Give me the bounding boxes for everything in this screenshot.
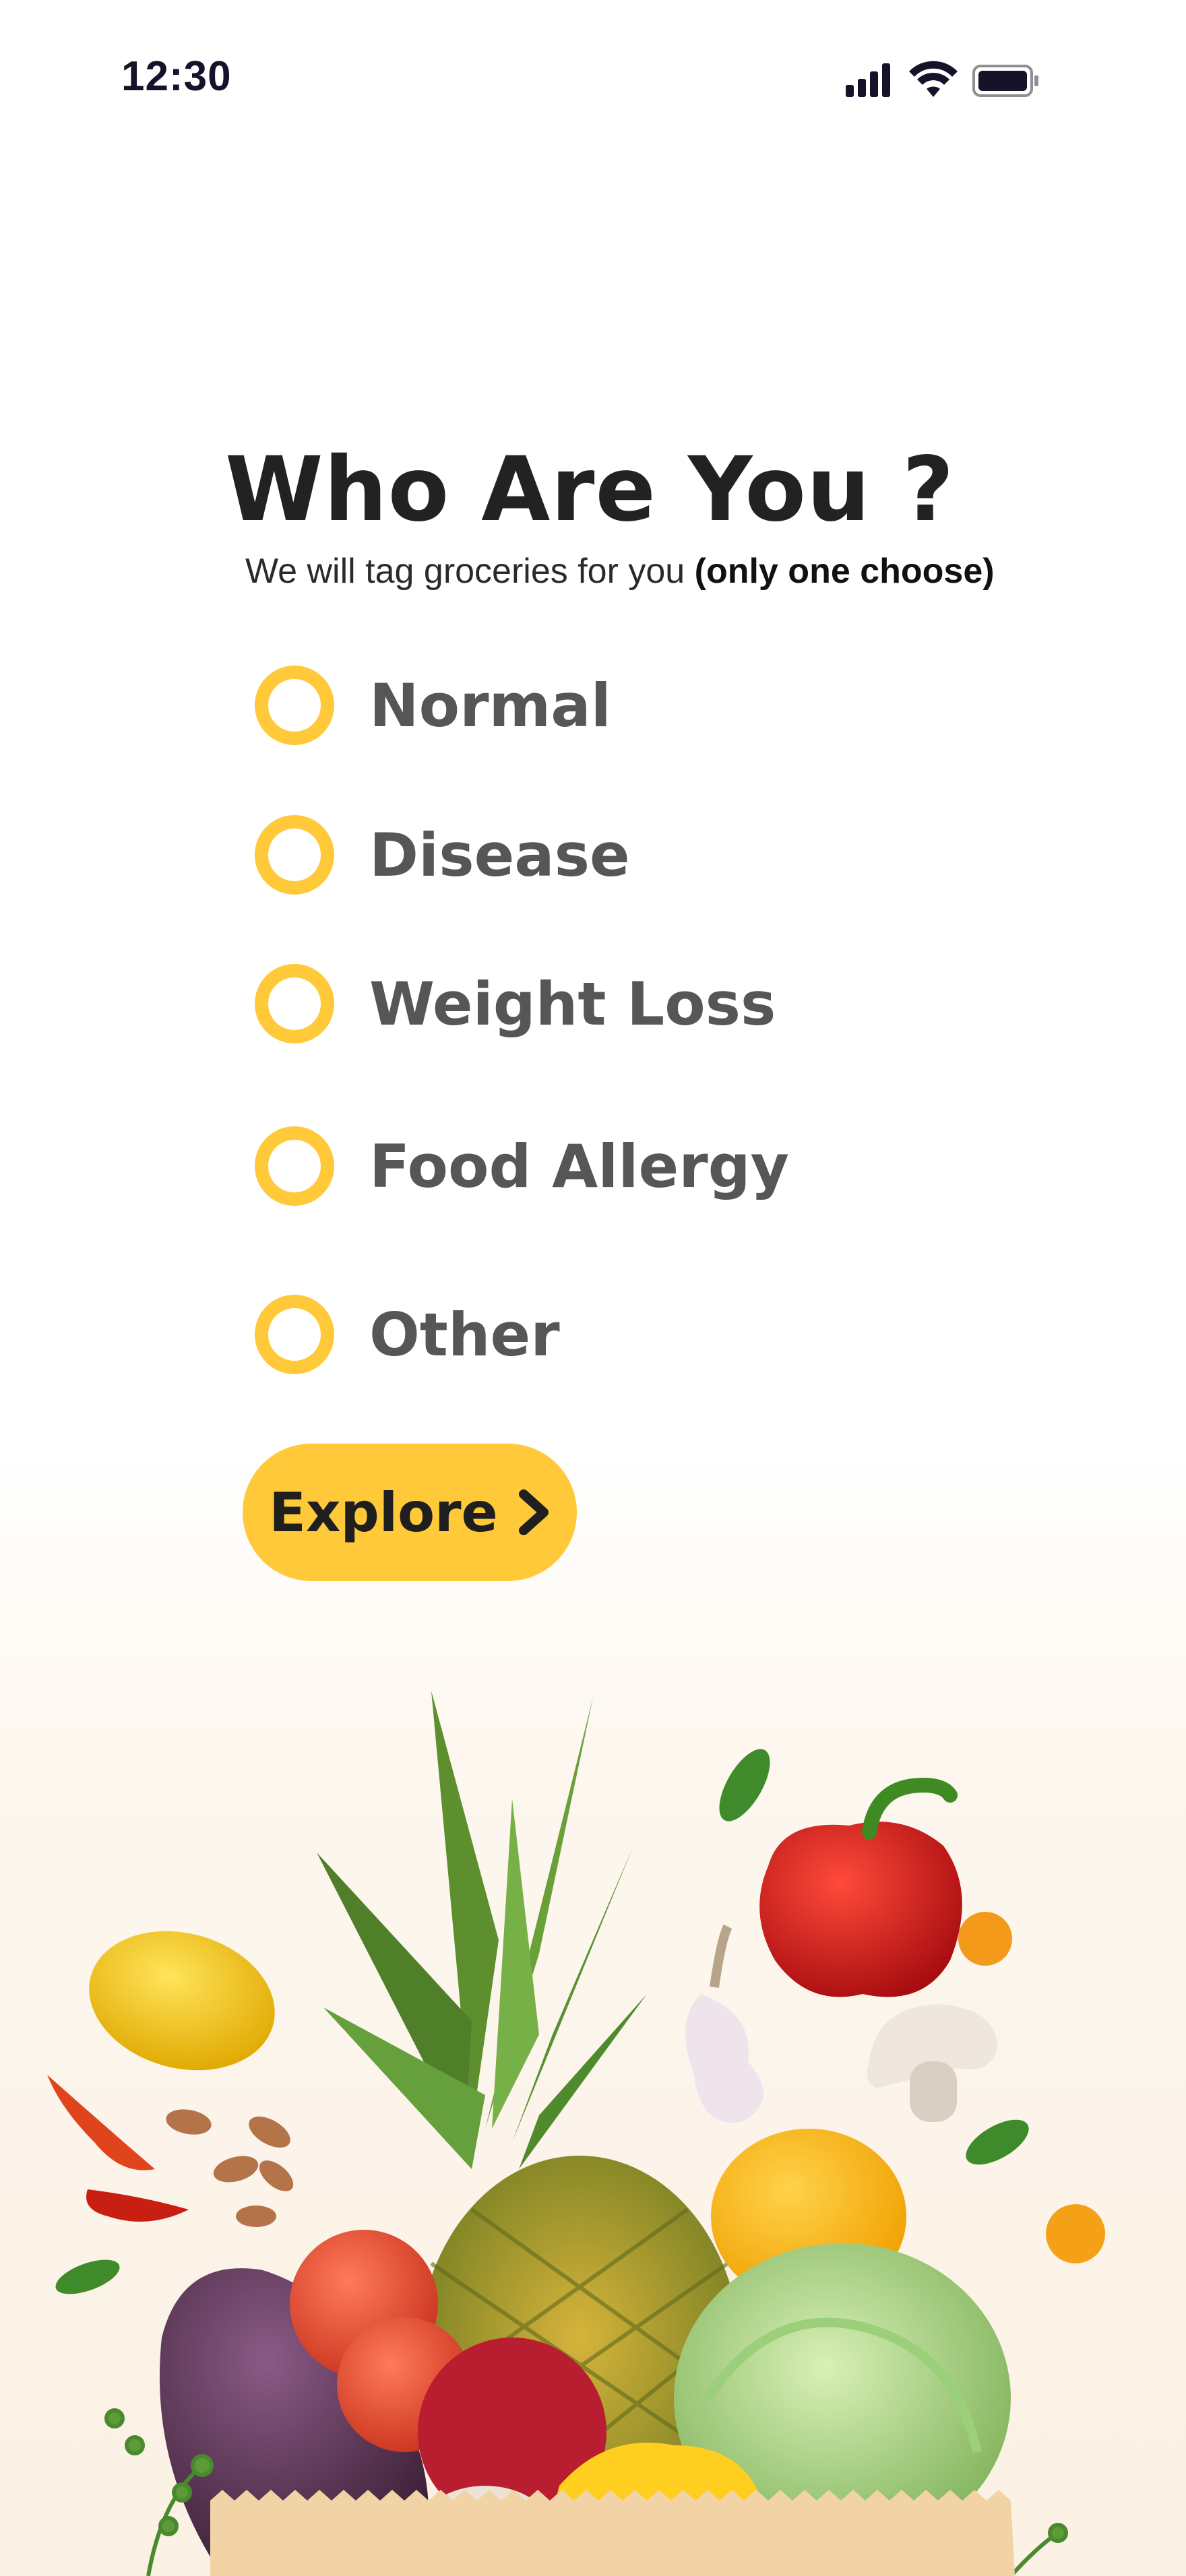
radio-circle-icon[interactable] xyxy=(255,1126,334,1206)
subtitle-emphasis: (only one choose) xyxy=(694,552,995,591)
option-label: Disease xyxy=(369,820,630,890)
pineapple-leaves xyxy=(317,1691,647,2169)
cellular-signal-icon xyxy=(846,63,890,97)
battery-icon xyxy=(972,65,1038,97)
page-title: Who Are You ? xyxy=(225,438,955,542)
user-type-screen: 12:30 Who Are You ? We will tag grocerie… xyxy=(0,0,1186,2576)
radio-circle-icon[interactable] xyxy=(255,815,334,895)
subtitle-text: We will tag groceries for you xyxy=(245,552,695,591)
radio-circle-icon[interactable] xyxy=(255,1295,334,1374)
radio-circle-icon[interactable] xyxy=(255,964,334,1043)
status-time: 12:30 xyxy=(121,53,232,100)
option-food-allergy[interactable]: Food Allergy xyxy=(255,1126,789,1206)
chevron-right-icon xyxy=(518,1489,549,1535)
chili-pepper xyxy=(47,2075,155,2170)
option-label: Normal xyxy=(369,670,611,740)
chili-pepper xyxy=(86,2189,189,2222)
lemon xyxy=(89,1931,275,2071)
option-label: Food Allergy xyxy=(369,1131,789,1201)
basil-leaf xyxy=(719,1749,770,1822)
option-disease[interactable]: Disease xyxy=(255,814,630,895)
status-icons xyxy=(846,61,1038,97)
cherry-tomato xyxy=(1046,2204,1105,2263)
radio-circle-icon[interactable] xyxy=(255,666,334,745)
option-other[interactable]: Other xyxy=(255,1294,560,1375)
wifi-icon xyxy=(909,61,958,97)
page-subtitle: We will tag groceries for you (only one … xyxy=(245,551,995,591)
option-label: Weight Loss xyxy=(369,969,776,1039)
explore-button[interactable]: Explore xyxy=(243,1444,577,1581)
paper-bag xyxy=(210,2490,1015,2576)
explore-label: Explore xyxy=(269,1481,498,1544)
groceries-illustration xyxy=(47,1691,1105,2576)
cherry-tomato xyxy=(958,1912,1012,1966)
option-normal[interactable]: Normal xyxy=(255,665,611,746)
option-weight-loss[interactable]: Weight Loss xyxy=(255,963,776,1044)
garlic xyxy=(685,1994,763,2123)
red-bell-pepper xyxy=(759,1822,962,1997)
option-label: Other xyxy=(369,1299,560,1370)
